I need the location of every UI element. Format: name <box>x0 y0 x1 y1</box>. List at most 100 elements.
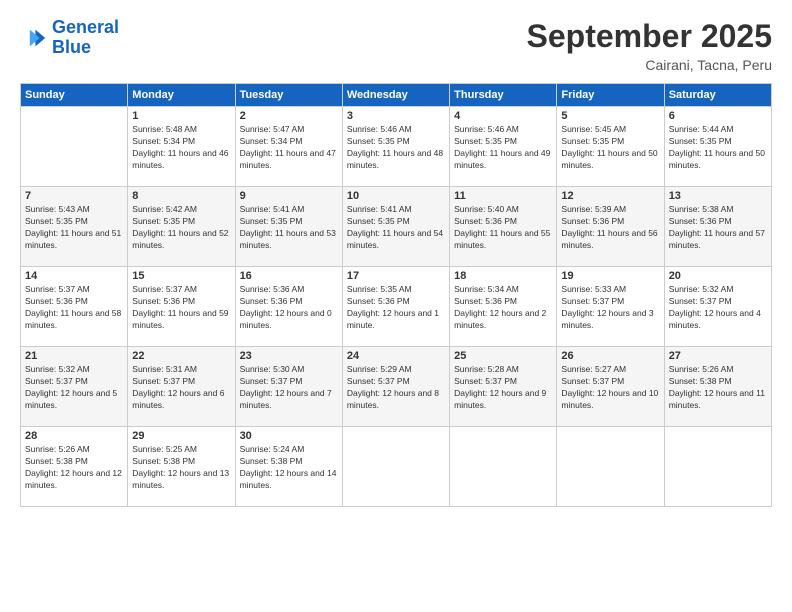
day-info: Sunrise: 5:41 AM Sunset: 5:35 PM Dayligh… <box>240 204 338 252</box>
calendar-cell <box>557 427 664 507</box>
sunrise: Sunrise: 5:32 AM <box>669 284 767 296</box>
sunrise: Sunrise: 5:33 AM <box>561 284 659 296</box>
sunset: Sunset: 5:35 PM <box>561 136 659 148</box>
calendar-cell <box>21 107 128 187</box>
sunrise: Sunrise: 5:42 AM <box>132 204 230 216</box>
header: General Blue September 2025 Cairani, Tac… <box>20 18 772 73</box>
daylight: Daylight: 12 hours and 11 minutes. <box>669 388 767 412</box>
sunset: Sunset: 5:35 PM <box>25 216 123 228</box>
calendar-cell: 19 Sunrise: 5:33 AM Sunset: 5:37 PM Dayl… <box>557 267 664 347</box>
day-info: Sunrise: 5:45 AM Sunset: 5:35 PM Dayligh… <box>561 124 659 172</box>
day-number: 12 <box>561 190 659 202</box>
day-number: 20 <box>669 270 767 282</box>
day-info: Sunrise: 5:26 AM Sunset: 5:38 PM Dayligh… <box>669 364 767 412</box>
calendar-cell: 2 Sunrise: 5:47 AM Sunset: 5:34 PM Dayli… <box>235 107 342 187</box>
day-info: Sunrise: 5:42 AM Sunset: 5:35 PM Dayligh… <box>132 204 230 252</box>
day-number: 10 <box>347 190 445 202</box>
month-title: September 2025 <box>527 18 772 55</box>
day-info: Sunrise: 5:24 AM Sunset: 5:38 PM Dayligh… <box>240 444 338 492</box>
calendar-cell: 23 Sunrise: 5:30 AM Sunset: 5:37 PM Dayl… <box>235 347 342 427</box>
sunrise: Sunrise: 5:41 AM <box>240 204 338 216</box>
day-info: Sunrise: 5:28 AM Sunset: 5:37 PM Dayligh… <box>454 364 552 412</box>
sunset: Sunset: 5:37 PM <box>454 376 552 388</box>
calendar-cell: 24 Sunrise: 5:29 AM Sunset: 5:37 PM Dayl… <box>342 347 449 427</box>
calendar-cell: 1 Sunrise: 5:48 AM Sunset: 5:34 PM Dayli… <box>128 107 235 187</box>
calendar-header: Sunday Monday Tuesday Wednesday Thursday… <box>21 84 772 107</box>
daylight: Daylight: 12 hours and 14 minutes. <box>240 468 338 492</box>
header-sunday: Sunday <box>21 84 128 107</box>
daylight: Daylight: 12 hours and 6 minutes. <box>132 388 230 412</box>
daylight: Daylight: 11 hours and 52 minutes. <box>132 228 230 252</box>
sunrise: Sunrise: 5:31 AM <box>132 364 230 376</box>
daylight: Daylight: 11 hours and 53 minutes. <box>240 228 338 252</box>
sunrise: Sunrise: 5:24 AM <box>240 444 338 456</box>
daylight: Daylight: 11 hours and 46 minutes. <box>132 148 230 172</box>
calendar-cell: 6 Sunrise: 5:44 AM Sunset: 5:35 PM Dayli… <box>664 107 771 187</box>
daylight: Daylight: 11 hours and 48 minutes. <box>347 148 445 172</box>
header-monday: Monday <box>128 84 235 107</box>
daylight: Daylight: 11 hours and 47 minutes. <box>240 148 338 172</box>
day-info: Sunrise: 5:41 AM Sunset: 5:35 PM Dayligh… <box>347 204 445 252</box>
day-number: 1 <box>132 110 230 122</box>
sunset: Sunset: 5:35 PM <box>669 136 767 148</box>
sunrise: Sunrise: 5:44 AM <box>669 124 767 136</box>
daylight: Daylight: 11 hours and 59 minutes. <box>132 308 230 332</box>
sunset: Sunset: 5:35 PM <box>132 216 230 228</box>
sunrise: Sunrise: 5:35 AM <box>347 284 445 296</box>
sunrise: Sunrise: 5:29 AM <box>347 364 445 376</box>
sunset: Sunset: 5:37 PM <box>240 376 338 388</box>
day-number: 4 <box>454 110 552 122</box>
day-info: Sunrise: 5:39 AM Sunset: 5:36 PM Dayligh… <box>561 204 659 252</box>
header-friday: Friday <box>557 84 664 107</box>
day-number: 27 <box>669 350 767 362</box>
day-number: 19 <box>561 270 659 282</box>
daylight: Daylight: 12 hours and 7 minutes. <box>240 388 338 412</box>
day-info: Sunrise: 5:34 AM Sunset: 5:36 PM Dayligh… <box>454 284 552 332</box>
calendar-cell: 20 Sunrise: 5:32 AM Sunset: 5:37 PM Dayl… <box>664 267 771 347</box>
sunset: Sunset: 5:37 PM <box>669 296 767 308</box>
calendar-cell <box>664 427 771 507</box>
page: General Blue September 2025 Cairani, Tac… <box>0 0 792 612</box>
daylight: Daylight: 12 hours and 9 minutes. <box>454 388 552 412</box>
sunset: Sunset: 5:35 PM <box>240 216 338 228</box>
sunset: Sunset: 5:37 PM <box>25 376 123 388</box>
calendar-cell: 30 Sunrise: 5:24 AM Sunset: 5:38 PM Dayl… <box>235 427 342 507</box>
calendar-cell: 8 Sunrise: 5:42 AM Sunset: 5:35 PM Dayli… <box>128 187 235 267</box>
day-number: 7 <box>25 190 123 202</box>
sunset: Sunset: 5:38 PM <box>669 376 767 388</box>
header-tuesday: Tuesday <box>235 84 342 107</box>
sunrise: Sunrise: 5:26 AM <box>25 444 123 456</box>
sunset: Sunset: 5:36 PM <box>25 296 123 308</box>
daylight: Daylight: 11 hours and 51 minutes. <box>25 228 123 252</box>
calendar-week-1: 7 Sunrise: 5:43 AM Sunset: 5:35 PM Dayli… <box>21 187 772 267</box>
day-number: 15 <box>132 270 230 282</box>
sunset: Sunset: 5:37 PM <box>347 376 445 388</box>
day-info: Sunrise: 5:33 AM Sunset: 5:37 PM Dayligh… <box>561 284 659 332</box>
sunset: Sunset: 5:36 PM <box>561 216 659 228</box>
logo-text: General Blue <box>52 18 119 58</box>
sunset: Sunset: 5:37 PM <box>561 296 659 308</box>
daylight: Daylight: 12 hours and 13 minutes. <box>132 468 230 492</box>
daylight: Daylight: 11 hours and 49 minutes. <box>454 148 552 172</box>
daylight: Daylight: 12 hours and 3 minutes. <box>561 308 659 332</box>
calendar-cell: 28 Sunrise: 5:26 AM Sunset: 5:38 PM Dayl… <box>21 427 128 507</box>
daylight: Daylight: 12 hours and 4 minutes. <box>669 308 767 332</box>
header-saturday: Saturday <box>664 84 771 107</box>
day-info: Sunrise: 5:37 AM Sunset: 5:36 PM Dayligh… <box>25 284 123 332</box>
calendar-cell: 25 Sunrise: 5:28 AM Sunset: 5:37 PM Dayl… <box>450 347 557 427</box>
day-number: 16 <box>240 270 338 282</box>
logo-line2: Blue <box>52 37 91 57</box>
calendar-cell: 17 Sunrise: 5:35 AM Sunset: 5:36 PM Dayl… <box>342 267 449 347</box>
sunrise: Sunrise: 5:26 AM <box>669 364 767 376</box>
day-info: Sunrise: 5:25 AM Sunset: 5:38 PM Dayligh… <box>132 444 230 492</box>
sunrise: Sunrise: 5:34 AM <box>454 284 552 296</box>
day-info: Sunrise: 5:35 AM Sunset: 5:36 PM Dayligh… <box>347 284 445 332</box>
daylight: Daylight: 11 hours and 55 minutes. <box>454 228 552 252</box>
day-info: Sunrise: 5:47 AM Sunset: 5:34 PM Dayligh… <box>240 124 338 172</box>
sunrise: Sunrise: 5:38 AM <box>669 204 767 216</box>
title-block: September 2025 Cairani, Tacna, Peru <box>527 18 772 73</box>
sunrise: Sunrise: 5:32 AM <box>25 364 123 376</box>
day-number: 2 <box>240 110 338 122</box>
sunrise: Sunrise: 5:46 AM <box>347 124 445 136</box>
daylight: Daylight: 12 hours and 5 minutes. <box>25 388 123 412</box>
